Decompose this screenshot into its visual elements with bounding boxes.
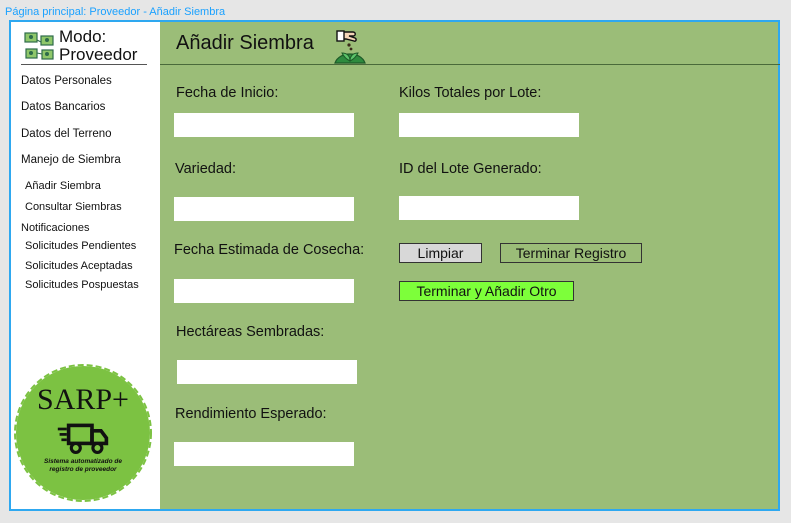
sidebar-item-solicitudes-pendientes[interactable]: Solicitudes Pendientes bbox=[25, 240, 136, 252]
variedad-label: Variedad: bbox=[175, 161, 236, 177]
sarp-logo: SARP+ Sistema automatizado de registro d… bbox=[13, 363, 153, 503]
sidebar-item-datos-terreno[interactable]: Datos del Terreno bbox=[21, 128, 112, 140]
variedad-input[interactable] bbox=[174, 197, 354, 221]
rendimiento-label: Rendimiento Esperado: bbox=[175, 406, 327, 422]
mode-label: Modo: Proveedor bbox=[59, 28, 137, 64]
kilos-label: Kilos Totales por Lote: bbox=[399, 85, 542, 101]
sidebar-item-datos-bancarios[interactable]: Datos Bancarios bbox=[21, 101, 105, 113]
sidebar-item-manejo-siembra[interactable]: Manejo de Siembra bbox=[21, 154, 121, 166]
delivery-truck-icon bbox=[57, 423, 109, 454]
fecha-cosecha-label: Fecha Estimada de Cosecha: bbox=[174, 242, 365, 258]
terminar-anadir-otro-button[interactable]: Terminar y Añadir Otro bbox=[399, 281, 574, 301]
rendimiento-input[interactable] bbox=[174, 442, 354, 466]
fecha-inicio-label: Fecha de Inicio: bbox=[176, 85, 279, 101]
sidebar: Modo: Proveedor Datos Personales Datos B… bbox=[11, 22, 160, 509]
hand-sowing-seed-icon bbox=[334, 30, 366, 64]
fecha-inicio-input[interactable] bbox=[174, 113, 354, 137]
id-lote-label: ID del Lote Generado: bbox=[399, 161, 542, 177]
sidebar-item-anadir-siembra[interactable]: Añadir Siembra bbox=[25, 180, 101, 192]
kilos-input[interactable] bbox=[399, 113, 579, 137]
fecha-cosecha-input[interactable] bbox=[174, 279, 354, 303]
limpiar-button[interactable]: Limpiar bbox=[399, 243, 482, 263]
mode-header: Modo: Proveedor bbox=[21, 28, 147, 65]
breadcrumb: Página principal: Proveedor - Añadir Sie… bbox=[5, 6, 226, 18]
sidebar-item-solicitudes-aceptadas[interactable]: Solicitudes Aceptadas bbox=[25, 260, 133, 272]
mode-line2: Proveedor bbox=[59, 45, 138, 64]
page-title: Añadir Siembra bbox=[176, 32, 314, 54]
header-divider bbox=[160, 64, 780, 65]
logo-subtitle-line2: registro de proveedor bbox=[49, 466, 117, 473]
hectareas-label: Hectáreas Sembradas: bbox=[176, 324, 325, 340]
id-lote-input[interactable] bbox=[399, 196, 579, 220]
terminar-registro-button[interactable]: Terminar Registro bbox=[500, 243, 642, 263]
main-window: Modo: Proveedor Datos Personales Datos B… bbox=[9, 20, 780, 511]
network-users-icon bbox=[24, 32, 54, 60]
sidebar-item-datos-personales[interactable]: Datos Personales bbox=[21, 75, 112, 87]
sidebar-item-consultar-siembras[interactable]: Consultar Siembras bbox=[25, 201, 122, 213]
hectareas-input[interactable] bbox=[177, 360, 357, 384]
sidebar-item-solicitudes-pospuestas[interactable]: Solicitudes Pospuestas bbox=[25, 279, 139, 291]
logo-subtitle: Sistema automatizado de registro de prov… bbox=[31, 458, 135, 474]
logo-title: SARP+ bbox=[37, 383, 129, 416]
sidebar-item-notificaciones[interactable]: Notificaciones bbox=[21, 222, 89, 234]
logo-subtitle-line1: Sistema automatizado de bbox=[43, 458, 123, 465]
mode-line1: Modo: bbox=[59, 27, 107, 46]
